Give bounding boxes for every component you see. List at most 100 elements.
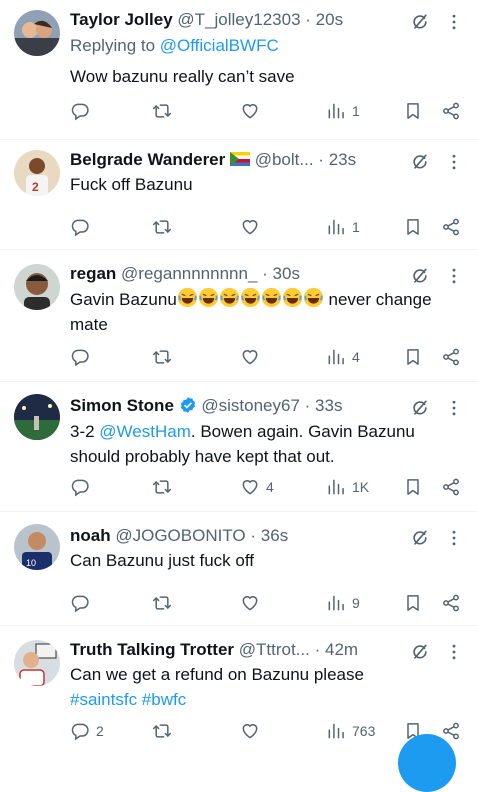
hashtag-links[interactable]: #saintsfc #bwfc xyxy=(70,687,460,712)
more-icon[interactable] xyxy=(444,528,464,548)
share-icon xyxy=(441,477,461,497)
share-button[interactable] xyxy=(441,476,461,498)
avatar[interactable] xyxy=(14,640,60,686)
like-button[interactable] xyxy=(240,100,266,122)
bookmark-button[interactable] xyxy=(403,592,423,614)
author-handle[interactable]: @regannnnnnnn_ xyxy=(121,264,257,283)
retweet-icon xyxy=(152,477,172,497)
bookmark-button[interactable] xyxy=(403,100,423,122)
reply-button[interactable] xyxy=(70,592,96,614)
views-button[interactable]: 9 xyxy=(326,592,360,614)
reply-button[interactable] xyxy=(70,216,96,238)
timestamp[interactable]: 20s xyxy=(316,10,343,29)
author-handle[interactable]: @T_jolley12303 xyxy=(177,10,300,29)
author-name[interactable]: regan xyxy=(70,264,116,283)
more-icon[interactable] xyxy=(444,266,464,286)
grok-icon[interactable] xyxy=(410,12,430,32)
more-icon[interactable] xyxy=(444,152,464,172)
share-button[interactable] xyxy=(441,346,461,368)
like-button[interactable]: 4 xyxy=(240,476,274,498)
views-button[interactable]: 763 xyxy=(326,720,375,742)
grok-icon[interactable] xyxy=(410,528,430,548)
tweet-text: Wow bazunu really can’t save xyxy=(70,67,295,86)
tweet[interactable]: 2 Belgrade Wanderer @bolt... · 23s Fuck … xyxy=(0,140,477,250)
tweet[interactable]: Truth Talking Trotter @Tttrot... · 42m C… xyxy=(0,626,477,750)
views-button[interactable]: 4 xyxy=(326,346,360,368)
share-icon xyxy=(441,217,461,237)
avatar[interactable] xyxy=(14,264,60,310)
author-name[interactable]: noah xyxy=(70,526,111,545)
timestamp[interactable]: 36s xyxy=(261,526,288,545)
grok-icon[interactable] xyxy=(410,266,430,286)
share-icon xyxy=(441,593,461,613)
tweet[interactable]: regan @regannnnnnnn_ · 30s Gavin Bazunu … xyxy=(0,250,477,382)
avatar[interactable]: 2 xyxy=(14,150,60,196)
reply-button[interactable] xyxy=(70,476,96,498)
retweet-button[interactable] xyxy=(152,100,178,122)
share-button[interactable] xyxy=(441,592,461,614)
share-icon xyxy=(441,101,461,121)
reply-icon xyxy=(70,477,90,497)
tweet-text: Gavin Bazunu never change mate xyxy=(70,287,460,337)
more-icon[interactable] xyxy=(444,398,464,418)
author-handle[interactable]: @bolt... xyxy=(255,150,314,169)
like-button[interactable] xyxy=(240,346,266,368)
bookmark-icon xyxy=(403,477,423,497)
tweet-text: Can we get a refund on Bazunu please #sa… xyxy=(70,662,460,712)
retweet-button[interactable] xyxy=(152,476,178,498)
author-handle[interactable]: @JOGOBONITO xyxy=(115,526,245,545)
tweet-text: 3-2 @WestHam. Bowen again. Gavin Bazunu … xyxy=(70,422,415,466)
avatar[interactable] xyxy=(14,394,60,440)
tweet[interactable]: Simon Stone @sistoney67 · 33s 3-2 @WestH… xyxy=(0,382,477,512)
tweet-text: Fuck off Bazunu xyxy=(70,175,193,194)
like-button[interactable] xyxy=(240,216,266,238)
views-button[interactable]: 1 xyxy=(326,100,360,122)
reply-button[interactable] xyxy=(70,346,96,368)
bookmark-button[interactable] xyxy=(403,216,423,238)
reply-icon xyxy=(70,593,90,613)
share-icon xyxy=(441,347,461,367)
bookmark-button[interactable] xyxy=(403,346,423,368)
author-name[interactable]: Taylor Jolley xyxy=(70,10,173,29)
grok-icon[interactable] xyxy=(410,642,430,662)
avatar[interactable] xyxy=(14,10,60,56)
share-button[interactable] xyxy=(441,216,461,238)
more-icon[interactable] xyxy=(444,12,464,32)
retweet-button[interactable] xyxy=(152,346,178,368)
reply-button[interactable] xyxy=(70,100,96,122)
retweet-icon xyxy=(152,101,172,121)
timestamp[interactable]: 33s xyxy=(315,396,342,415)
compose-button[interactable] xyxy=(398,734,456,792)
retweet-button[interactable] xyxy=(152,216,178,238)
retweet-button[interactable] xyxy=(152,592,178,614)
avatar[interactable]: 10 xyxy=(14,524,60,570)
author-name[interactable]: Truth Talking Trotter xyxy=(70,640,234,659)
retweet-icon xyxy=(152,593,172,613)
views-button[interactable]: 1 xyxy=(326,216,360,238)
views-button[interactable]: 1K xyxy=(326,476,369,498)
author-handle[interactable]: @sistoney67 xyxy=(201,396,300,415)
mention-link[interactable]: @WestHam xyxy=(99,422,191,441)
share-button[interactable] xyxy=(441,100,461,122)
more-icon[interactable] xyxy=(444,642,464,662)
author-name[interactable]: Simon Stone xyxy=(70,396,174,415)
tweet[interactable]: 10 noah @JOGOBONITO · 36s Can Bazunu jus… xyxy=(0,512,477,626)
like-button[interactable] xyxy=(240,720,266,742)
laughing-emoji-icon xyxy=(219,287,240,308)
reply-mention-link[interactable]: @OfficialBWFC xyxy=(160,36,279,55)
grok-icon[interactable] xyxy=(410,398,430,418)
grok-icon[interactable] xyxy=(410,152,430,172)
timestamp[interactable]: 30s xyxy=(273,264,300,283)
tweet[interactable]: Taylor Jolley @T_jolley12303 · 20s Reply… xyxy=(0,0,477,140)
author-handle[interactable]: @Tttrot... xyxy=(239,640,310,659)
author-name[interactable]: Belgrade Wanderer xyxy=(70,150,225,169)
like-button[interactable] xyxy=(240,592,266,614)
laughing-emoji-icon xyxy=(240,287,261,308)
timestamp[interactable]: 23s xyxy=(329,150,356,169)
retweet-button[interactable] xyxy=(152,720,178,742)
reply-button[interactable]: 2 xyxy=(70,720,104,742)
bookmark-button[interactable] xyxy=(403,476,423,498)
heart-icon xyxy=(240,721,260,741)
bookmark-icon xyxy=(403,217,423,237)
timestamp[interactable]: 42m xyxy=(325,640,358,659)
